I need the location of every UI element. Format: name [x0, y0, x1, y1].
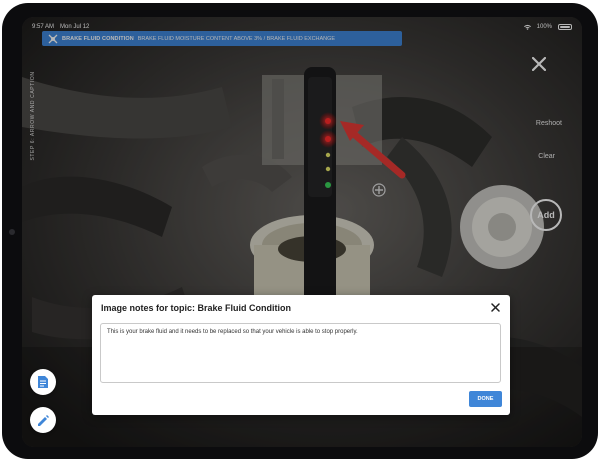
notes-textarea[interactable]: This is your brake fluid and it needs to…	[100, 323, 501, 383]
front-camera	[9, 229, 15, 235]
dialog-close-button[interactable]	[488, 300, 502, 314]
tablet-frame: 9:57 AM Mon Jul 12 100% BRAKE FLUID COND…	[2, 3, 598, 459]
pencil-icon	[38, 415, 49, 426]
document-button[interactable]	[30, 369, 56, 395]
app-screen: 9:57 AM Mon Jul 12 100% BRAKE FLUID COND…	[22, 17, 582, 447]
close-icon	[490, 302, 500, 312]
document-icon	[38, 376, 48, 388]
image-notes-dialog: Image notes for topic: Brake Fluid Condi…	[92, 295, 510, 415]
edit-button[interactable]	[30, 407, 56, 433]
done-button[interactable]: DONE	[469, 391, 502, 407]
dialog-title: Image notes for topic: Brake Fluid Condi…	[101, 303, 292, 313]
